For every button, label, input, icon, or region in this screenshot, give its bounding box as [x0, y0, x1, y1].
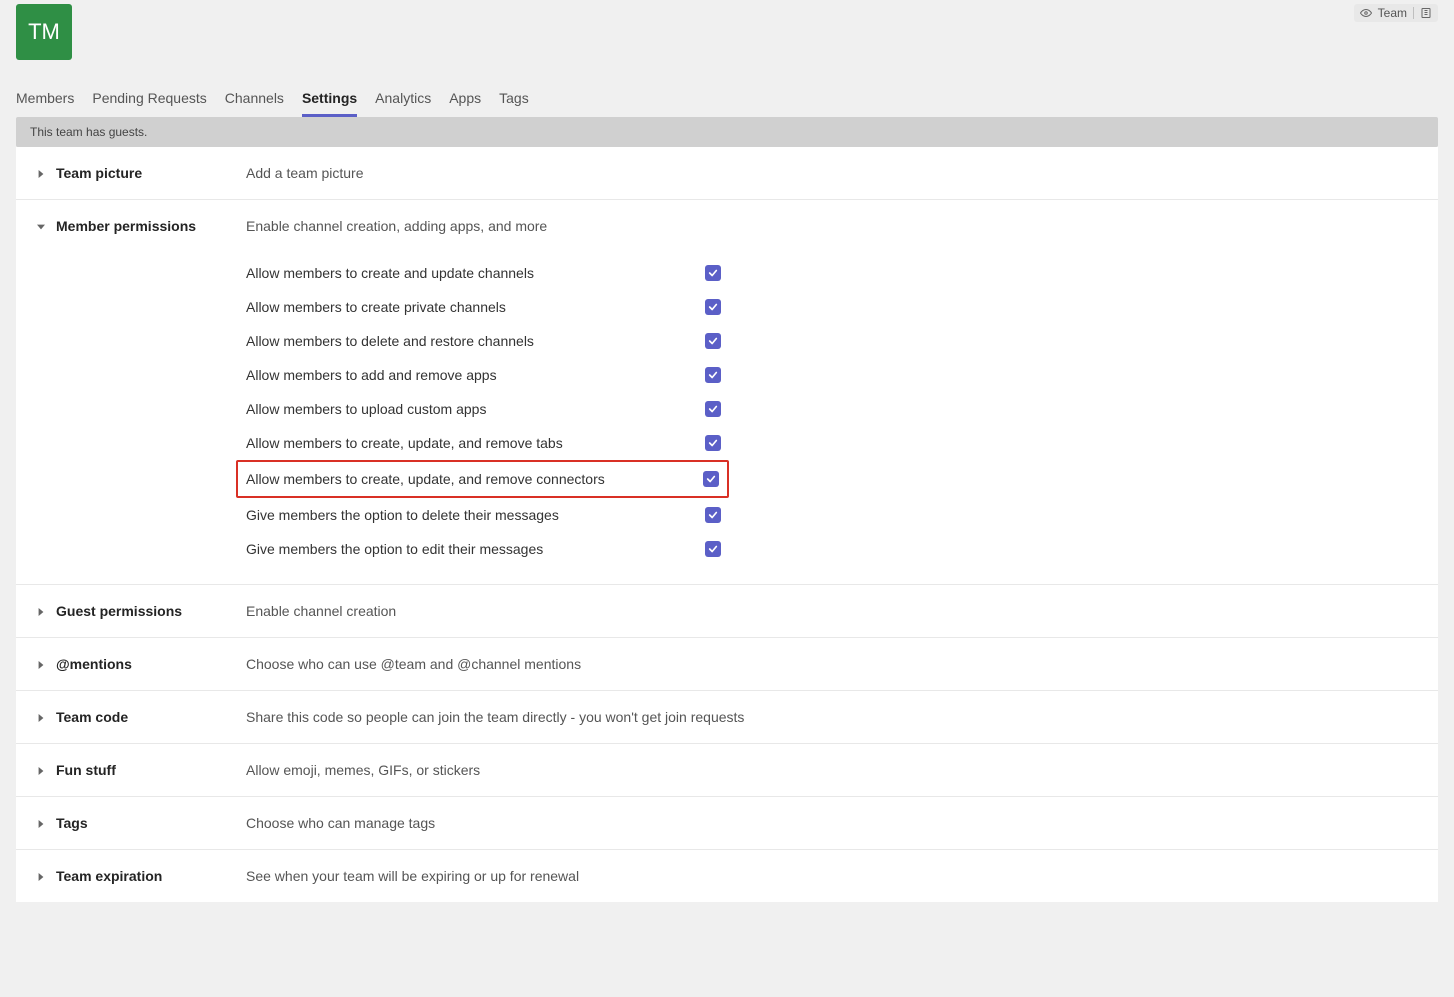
section-desc: Choose who can manage tags: [246, 815, 1418, 831]
perm-label: Give members the option to edit their me…: [246, 541, 685, 557]
section-title: Member permissions: [56, 218, 196, 234]
visibility-icon: [1360, 7, 1372, 19]
section-title: Team picture: [56, 165, 142, 181]
perm-label: Allow members to delete and restore chan…: [246, 333, 685, 349]
perm-label: Allow members to create and update chann…: [246, 265, 685, 281]
section-title: Tags: [56, 815, 88, 831]
tab-tags[interactable]: Tags: [499, 90, 529, 117]
section-member-permissions: Member permissions Enable channel creati…: [16, 200, 1438, 585]
section-title: Team code: [56, 709, 128, 725]
perm-row: Give members the option to edit their me…: [246, 532, 721, 566]
perm-checkbox[interactable]: [705, 541, 721, 557]
team-logo: TM: [16, 4, 72, 60]
section-desc: Add a team picture: [246, 165, 1418, 181]
perm-row: Allow members to create, update, and rem…: [246, 426, 721, 460]
chevron-down-icon[interactable]: [36, 222, 46, 232]
chevron-right-icon[interactable]: [36, 766, 46, 776]
guests-banner: This team has guests.: [16, 117, 1438, 147]
settings-panel: Team picture Add a team picture Member p…: [16, 147, 1438, 902]
perm-checkbox[interactable]: [705, 435, 721, 451]
perm-row: Allow members to create, update, and rem…: [246, 462, 719, 496]
tab-settings[interactable]: Settings: [302, 90, 357, 117]
section-desc: Allow emoji, memes, GIFs, or stickers: [246, 762, 1418, 778]
section-desc: Share this code so people can join the t…: [246, 709, 1418, 725]
chevron-right-icon[interactable]: [36, 660, 46, 670]
org-icon: [1420, 7, 1432, 19]
tab-pending-requests[interactable]: Pending Requests: [92, 90, 206, 117]
perm-checkbox[interactable]: [705, 367, 721, 383]
section-team-expiration: Team expiration See when your team will …: [16, 850, 1438, 902]
perm-checkbox[interactable]: [705, 401, 721, 417]
tab-apps[interactable]: Apps: [449, 90, 481, 117]
chevron-right-icon[interactable]: [36, 607, 46, 617]
highlighted-permission: Allow members to create, update, and rem…: [236, 460, 729, 498]
section-tags: Tags Choose who can manage tags: [16, 797, 1438, 850]
perm-row: Allow members to create private channels: [246, 290, 721, 324]
section-fun-stuff: Fun stuff Allow emoji, memes, GIFs, or s…: [16, 744, 1438, 797]
perm-label: Allow members to create private channels: [246, 299, 685, 315]
section-desc: Enable channel creation, adding apps, an…: [246, 218, 1418, 234]
chevron-right-icon[interactable]: [36, 713, 46, 723]
perm-label: Allow members to add and remove apps: [246, 367, 685, 383]
chevron-right-icon[interactable]: [36, 169, 46, 179]
team-pill-label: Team: [1378, 6, 1407, 20]
perm-checkbox[interactable]: [705, 507, 721, 523]
tab-analytics[interactable]: Analytics: [375, 90, 431, 117]
section-desc: See when your team will be expiring or u…: [246, 868, 1418, 884]
section-desc: Choose who can use @team and @channel me…: [246, 656, 1418, 672]
section-desc: Enable channel creation: [246, 603, 1418, 619]
perm-row: Allow members to add and remove apps: [246, 358, 721, 392]
perm-checkbox[interactable]: [703, 471, 719, 487]
perm-row: Give members the option to delete their …: [246, 498, 721, 532]
perm-label: Allow members to create, update, and rem…: [246, 471, 683, 487]
perm-row: Allow members to create and update chann…: [246, 256, 721, 290]
chevron-right-icon[interactable]: [36, 819, 46, 829]
pill-divider: [1413, 7, 1414, 19]
section-title: Guest permissions: [56, 603, 182, 619]
team-context-pill[interactable]: Team: [1354, 4, 1438, 22]
perm-label: Give members the option to delete their …: [246, 507, 685, 523]
tab-members[interactable]: Members: [16, 90, 74, 117]
section-title: @mentions: [56, 656, 132, 672]
perm-checkbox[interactable]: [705, 333, 721, 349]
tab-channels[interactable]: Channels: [225, 90, 284, 117]
section-title: Fun stuff: [56, 762, 116, 778]
tab-bar: Members Pending Requests Channels Settin…: [16, 60, 1438, 117]
guests-banner-text: This team has guests.: [30, 125, 147, 139]
perm-checkbox[interactable]: [705, 265, 721, 281]
section-guest-permissions: Guest permissions Enable channel creatio…: [16, 585, 1438, 638]
section-team-code: Team code Share this code so people can …: [16, 691, 1438, 744]
perm-row: Allow members to upload custom apps: [246, 392, 721, 426]
section-team-picture: Team picture Add a team picture: [16, 147, 1438, 200]
team-logo-initials: TM: [28, 19, 60, 45]
section-title: Team expiration: [56, 868, 162, 884]
perm-row: Allow members to delete and restore chan…: [246, 324, 721, 358]
perm-label: Allow members to upload custom apps: [246, 401, 685, 417]
perm-label: Allow members to create, update, and rem…: [246, 435, 685, 451]
perm-checkbox[interactable]: [705, 299, 721, 315]
section-mentions: @mentions Choose who can use @team and @…: [16, 638, 1438, 691]
chevron-right-icon[interactable]: [36, 872, 46, 882]
